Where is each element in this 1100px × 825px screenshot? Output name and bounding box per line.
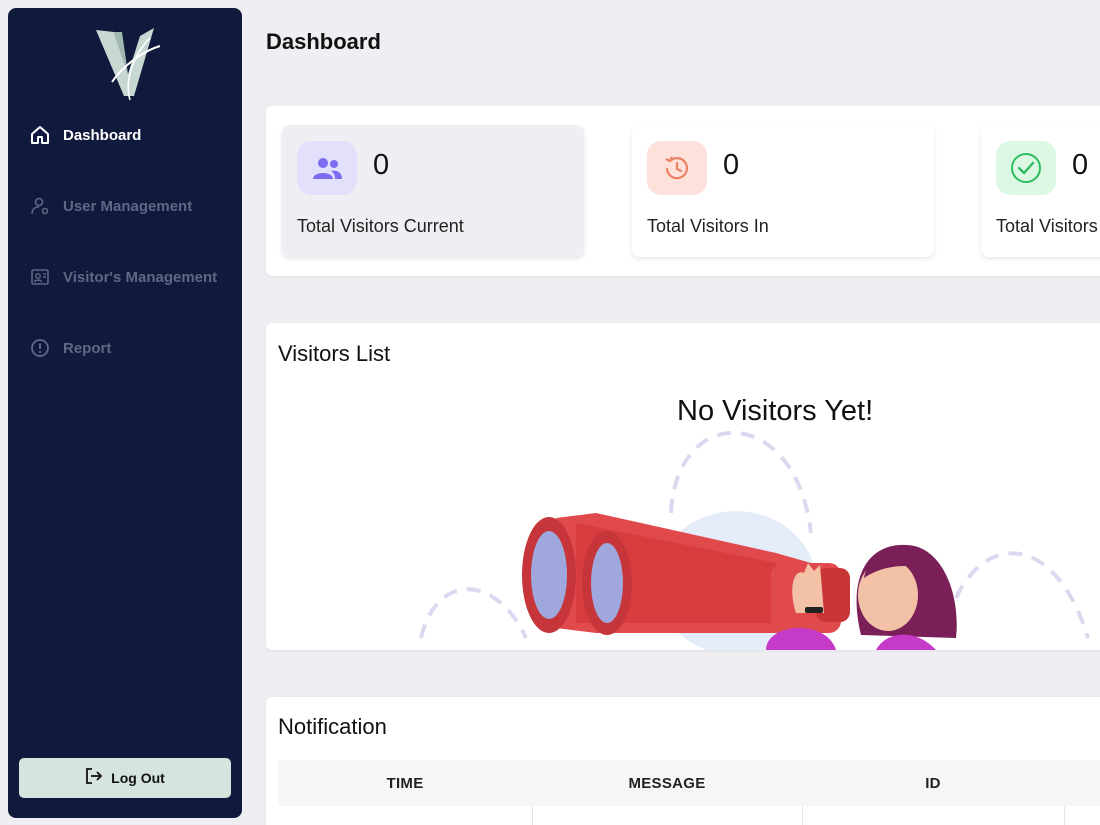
logout-icon: [85, 767, 103, 790]
sidebar-item-label: Report: [63, 339, 112, 357]
visitors-list-title: Visitors List: [278, 341, 391, 366]
column-divider: [532, 806, 533, 825]
check-circle-icon: [996, 141, 1056, 195]
alert-circle-icon: [30, 338, 50, 358]
users-icon: [297, 141, 357, 195]
stat-label: Total Visitors Current: [297, 216, 464, 236]
sidebar-item-label: Dashboard: [63, 126, 142, 144]
sidebar-item-user-management[interactable]: User Management: [30, 194, 192, 218]
sidebar-item-dashboard[interactable]: Dashboard: [30, 123, 141, 147]
stat-card-total: 0 Total Visitors: [981, 125, 1100, 257]
column-divider: [802, 806, 803, 825]
stat-card-in: 0 Total Visitors In: [632, 125, 934, 257]
column-divider: [1064, 806, 1065, 825]
user-gear-icon: [30, 196, 50, 216]
column-header-message[interactable]: MESSAGE: [532, 760, 802, 806]
logout-button[interactable]: Log Out: [19, 758, 231, 798]
stat-value: 0: [723, 149, 740, 181]
sidebar-item-report[interactable]: Report: [30, 336, 111, 360]
home-icon: [30, 125, 50, 145]
stat-label: Total Visitors In: [647, 216, 769, 236]
stat-value: 0: [1072, 149, 1089, 181]
notification-title: Notification: [278, 714, 387, 739]
stat-value: 0: [373, 149, 390, 181]
page-title: Dashboard: [266, 29, 381, 54]
notification-panel: Notification TIME MESSAGE ID: [266, 697, 1100, 825]
column-header-id[interactable]: ID: [802, 760, 1064, 806]
column-header-time[interactable]: TIME: [278, 760, 532, 806]
stat-card-current: 0 Total Visitors Current: [282, 125, 584, 257]
history-icon: [647, 141, 707, 195]
binoculars-illustration: [419, 430, 1090, 650]
sidebar-item-visitors-management[interactable]: Visitor's Management: [30, 265, 217, 289]
stat-label: Total Visitors: [996, 216, 1098, 236]
id-card-icon: [30, 267, 50, 287]
visitors-list-panel: Visitors List No Visitors Yet!: [266, 323, 1100, 650]
logout-label: Log Out: [111, 770, 165, 786]
sidebar: Dashboard User Management Visitor's Mana…: [8, 8, 242, 818]
stats-panel: 0 Total Visitors Current 0 Total Visitor…: [266, 106, 1100, 276]
app-logo: [96, 28, 161, 101]
notification-table-header: TIME MESSAGE ID: [278, 760, 1100, 825]
sidebar-item-label: Visitor's Management: [63, 268, 218, 286]
sidebar-item-label: User Management: [63, 197, 193, 215]
